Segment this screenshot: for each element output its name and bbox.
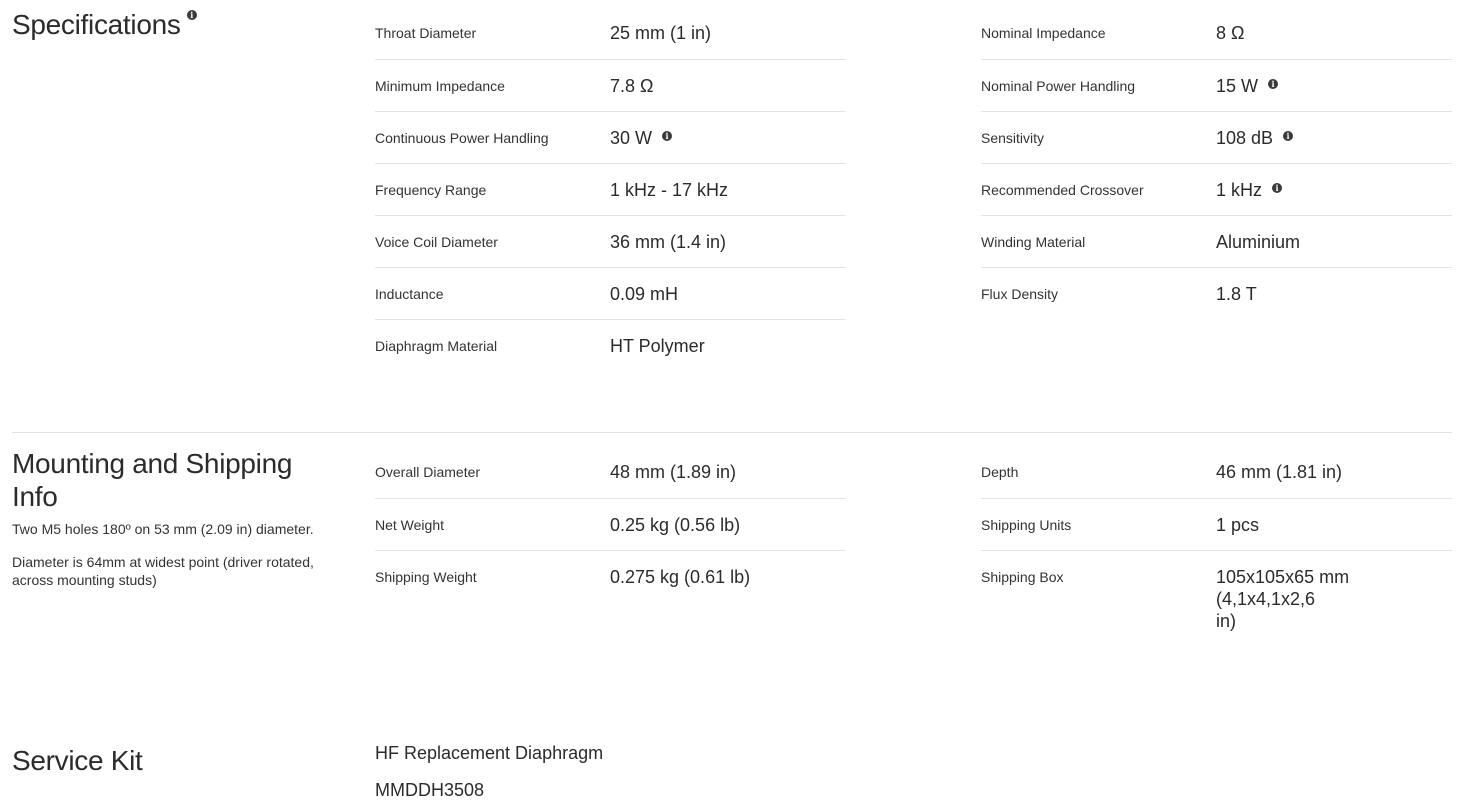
spec-value: 1 kHz i [1216, 179, 1283, 201]
spec-label: Inductance [375, 286, 444, 302]
service-kit-item-code: MMDDH3508 [375, 780, 485, 800]
spec-value-text: 30 W [610, 128, 653, 148]
spec-row-nominal-power-handling: Nominal Power Handling 15 W i [981, 60, 1452, 112]
spec-label: Diaphragm Material [375, 338, 498, 354]
spec-label: Overall Diameter [375, 464, 481, 480]
spec-value: 108 dB i [1216, 127, 1294, 149]
spec-label: Continuous Power Handling [375, 130, 549, 146]
specs-right-column: Nominal Impedance 8 Ω Nominal Power Hand… [981, 7, 1452, 319]
spec-value: 8 Ω [1216, 22, 1244, 44]
mounting-title-line1: Mounting and Shipping [12, 448, 293, 479]
info-icon[interactable]: i [186, 9, 197, 20]
spec-label: Shipping Units [981, 517, 1072, 533]
spec-value-text: Aluminium [1216, 232, 1301, 252]
spec-value: 105x105x65 mm (4,1x4,1x2,6 in) [1216, 566, 1452, 632]
spec-label: Minimum Impedance [375, 78, 505, 94]
spec-row-diaphragm-material: Diaphragm Material HT Polymer [375, 320, 845, 371]
spec-row-nominal-impedance: Nominal Impedance 8 Ω [981, 7, 1452, 60]
spec-row-winding-material: Winding Material Aluminium [981, 216, 1452, 268]
section-divider [12, 432, 1452, 433]
spec-value: 0.09 mH [610, 283, 678, 305]
spec-row-throat-diameter: Throat Diameter 25 mm (1 in) [375, 7, 845, 60]
spec-value-text: HT Polymer [610, 336, 705, 356]
info-icon[interactable]: i [662, 131, 673, 142]
spec-value: HT Polymer [610, 335, 705, 357]
spec-value: 30 W i [610, 127, 673, 149]
spec-label: Nominal Impedance [981, 25, 1106, 41]
spec-value-text: 1.8 T [1216, 284, 1257, 304]
spec-row-recommended-crossover: Recommended Crossover 1 kHz i [981, 164, 1452, 216]
spec-value: 1 pcs [1216, 515, 1260, 535]
mounting-left-column: Overall Diameter 48 mm (1.89 in) Net Wei… [375, 446, 845, 602]
spec-label: Voice Coil Diameter [375, 234, 498, 250]
spec-row-voice-coil-diameter: Voice Coil Diameter 36 mm (1.4 in) [375, 216, 845, 268]
mounting-note-diameter-line2: across mounting studs) [12, 572, 157, 588]
service-kit-item-name: HF Replacement Diaphragm [375, 743, 604, 763]
spec-value-text: 0.09 mH [610, 284, 679, 304]
spec-value: 1.8 T [1216, 283, 1257, 305]
specs-left-column: Throat Diameter 25 mm (1 in) Minimum Imp… [375, 7, 845, 371]
mounting-note-diameter-line1: Diameter is 64mm at widest point (driver… [12, 554, 314, 570]
service-kit-title: Service Kit [12, 745, 143, 776]
spec-value-line1: 105x105x65 mm (4,1x4,1x2,6 [1216, 567, 1350, 609]
info-icon[interactable]: i [1283, 131, 1294, 142]
spec-label: Winding Material [981, 234, 1086, 250]
spec-label: Depth [981, 464, 1019, 480]
mounting-title: Mounting and Shipping Info [12, 447, 292, 513]
spec-label: Throat Diameter [375, 25, 477, 41]
spec-value: 25 mm (1 in) [610, 22, 711, 44]
spec-value-text: 1 kHz - 17 kHz [610, 180, 729, 200]
spec-label: Shipping Box [981, 569, 1064, 585]
spec-value-text: 108 dB [1216, 128, 1274, 148]
spec-row-inductance: Inductance 0.09 mH [375, 268, 845, 320]
spec-row-net-weight: Net Weight 0.25 kg (0.56 lb) [375, 499, 845, 551]
spec-value: 0.25 kg (0.56 lb) [610, 515, 741, 535]
spec-row-overall-diameter: Overall Diameter 48 mm (1.89 in) [375, 446, 845, 499]
spec-row-shipping-units: Shipping Units 1 pcs [981, 499, 1452, 551]
mounting-right-column: Depth 46 mm (1.81 in) Shipping Units 1 p… [981, 446, 1452, 631]
spec-row-shipping-box: Shipping Box 105x105x65 mm (4,1x4,1x2,6 … [981, 551, 1452, 631]
spec-value: Aluminium [1216, 231, 1300, 253]
spec-row-minimum-impedance: Minimum Impedance 7.8 Ω [375, 60, 845, 112]
spec-value-text: 7.8 Ω [610, 76, 654, 96]
spec-row-shipping-weight: Shipping Weight 0.275 kg (0.61 lb) [375, 551, 845, 602]
spec-row-flux-density: Flux Density 1.8 T [981, 268, 1452, 319]
spec-value-text: 36 mm (1.4 in) [610, 232, 727, 252]
spec-label: Sensitivity [981, 130, 1045, 146]
spec-value: 0.275 kg (0.61 lb) [610, 567, 751, 587]
spec-value: 15 W i [1216, 75, 1279, 97]
spec-value: 7.8 Ω [610, 75, 653, 97]
specifications-title: Specifications i [12, 8, 197, 41]
spec-label: Frequency Range [375, 182, 487, 198]
mounting-note-holes: Two M5 holes 180º on 53 mm (2.09 in) dia… [12, 521, 314, 537]
spec-row-continuous-power-handling: Continuous Power Handling 30 W i [375, 112, 845, 164]
spec-value: 1 kHz - 17 kHz [610, 179, 728, 201]
spec-value: 48 mm (1.89 in) [610, 462, 737, 482]
spec-row-frequency-range: Frequency Range 1 kHz - 17 kHz [375, 164, 845, 216]
mounting-title-line2: Info [12, 481, 58, 512]
spec-value-text: 25 mm (1 in) [610, 23, 712, 43]
spec-row-sensitivity: Sensitivity 108 dB i [981, 112, 1452, 164]
spec-label: Recommended Crossover [981, 182, 1144, 198]
info-icon[interactable]: i [1268, 79, 1279, 90]
spec-value: 46 mm (1.81 in) [1216, 462, 1343, 482]
spec-label: Flux Density [981, 286, 1059, 302]
spec-value-text: 8 Ω [1216, 23, 1245, 43]
mounting-note-diameter: Diameter is 64mm at widest point (driver… [12, 553, 314, 589]
spec-label: Nominal Power Handling [981, 78, 1136, 94]
spec-value-line2: in) [1216, 611, 1237, 631]
spec-label: Net Weight [375, 517, 444, 533]
specifications-title-text: Specifications [12, 9, 181, 40]
info-icon[interactable]: i [1272, 183, 1283, 194]
spec-label: Shipping Weight [375, 569, 477, 585]
spec-value-text: 1 kHz [1216, 180, 1263, 200]
spec-row-depth: Depth 46 mm (1.81 in) [981, 446, 1452, 499]
spec-value: 36 mm (1.4 in) [610, 231, 726, 253]
spec-value-text: 15 W [1216, 76, 1259, 96]
